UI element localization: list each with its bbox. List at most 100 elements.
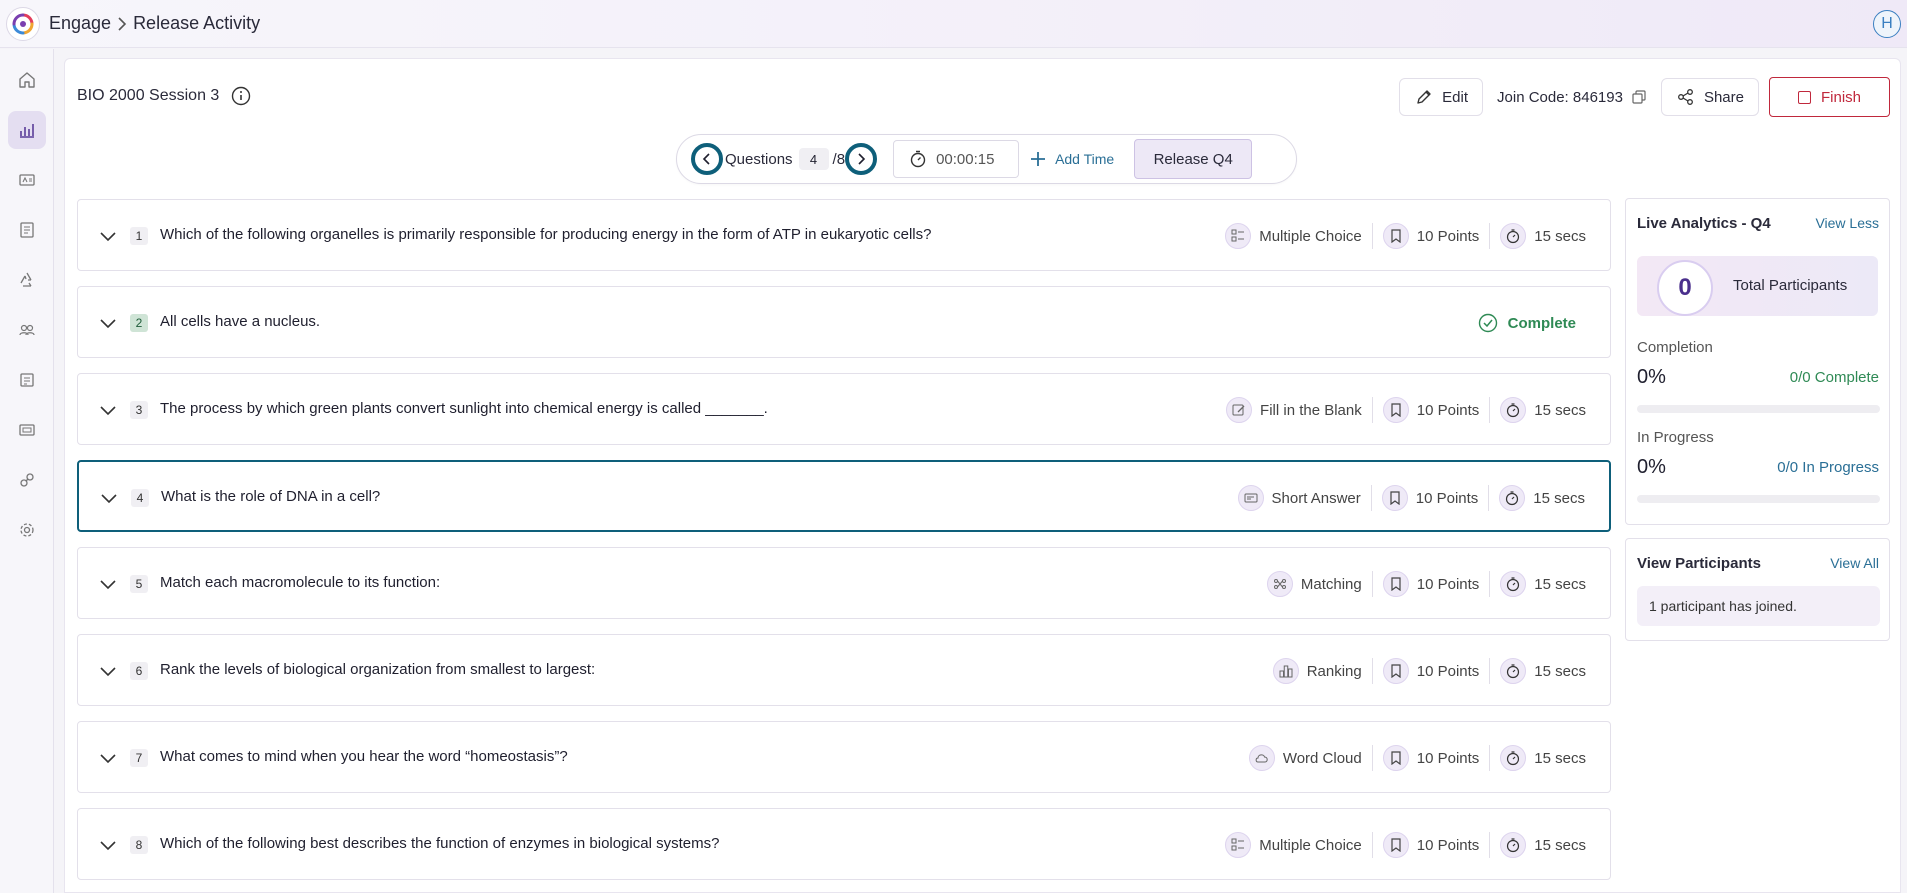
bookmark-icon	[1382, 745, 1409, 771]
sidebar-item-integrations[interactable]	[8, 461, 46, 499]
stopwatch-icon	[1500, 658, 1527, 684]
sidebar-item-gallery[interactable]	[8, 411, 46, 449]
question-time: 15 secs	[1490, 832, 1596, 858]
question-meta: Word Cloud 10 Points 15 secs	[1239, 722, 1596, 794]
sidebar-item-analytics[interactable]	[8, 111, 46, 149]
points-label: 10 Points	[1415, 489, 1479, 507]
chevron-down-icon[interactable]	[96, 746, 120, 770]
copy-icon[interactable]	[1631, 89, 1647, 105]
question-text: What comes to mind when you hear the wor…	[160, 748, 568, 765]
document-icon	[20, 222, 34, 238]
question-text: The process by which green plants conver…	[160, 400, 768, 417]
total-participants-label: Total Participants	[1733, 277, 1848, 294]
matching-icon	[1266, 571, 1293, 597]
bookmark-icon	[1382, 571, 1409, 597]
question-row-6[interactable]: 6 Rank the levels of biological organiza…	[77, 634, 1611, 706]
sidebar-item-home[interactable]	[8, 61, 46, 99]
sidebar-item-documents[interactable]	[8, 211, 46, 249]
question-number: 8	[130, 836, 148, 854]
completion-progress-bar	[1637, 405, 1880, 413]
breadcrumb-release-activity: Release Activity	[133, 13, 261, 33]
current-question-number[interactable]: 4	[798, 148, 829, 170]
participants-joined-message: 1 participant has joined.	[1637, 586, 1880, 626]
question-number: 7	[130, 749, 148, 767]
question-time: 15 secs	[1490, 658, 1596, 684]
question-meta: Ranking 10 Points 15 secs	[1263, 635, 1596, 707]
question-points: 10 Points	[1373, 571, 1490, 597]
chevron-down-icon[interactable]	[96, 224, 120, 248]
engage-logo[interactable]	[6, 7, 40, 41]
list-icon	[20, 373, 34, 387]
release-question-button[interactable]: Release Q4	[1134, 139, 1253, 179]
question-type-label: Multiple Choice	[1259, 836, 1362, 854]
question-row-8[interactable]: 8 Which of the following best describes …	[77, 808, 1611, 880]
edit-label: Edit	[1442, 88, 1469, 106]
bookmark-icon	[1382, 397, 1409, 423]
stopwatch-icon	[1500, 571, 1527, 597]
question-time: 15 secs	[1490, 745, 1596, 771]
sidebar-item-recycle[interactable]	[8, 261, 46, 299]
info-icon[interactable]	[231, 86, 251, 106]
stopwatch-icon	[910, 150, 926, 168]
id-card-icon	[19, 174, 35, 186]
chevron-down-icon[interactable]	[96, 311, 120, 335]
chevron-left-icon	[702, 153, 710, 165]
analytics-icon	[20, 124, 34, 138]
time-label: 15 secs	[1534, 836, 1586, 854]
chevron-down-icon[interactable]	[96, 659, 120, 683]
question-row-4[interactable]: 4 What is the role of DNA in a cell? Sho…	[77, 460, 1611, 532]
stopwatch-icon	[1500, 223, 1527, 249]
edit-button[interactable]: Edit	[1399, 78, 1484, 116]
question-number: 6	[130, 662, 148, 680]
previous-question-button[interactable]	[691, 143, 723, 175]
breadcrumb: Engage Release Activity	[49, 13, 260, 34]
view-participants-panel: View Participants View All 1 participant…	[1625, 538, 1890, 641]
user-avatar[interactable]: H	[1873, 10, 1901, 38]
pencil-icon	[1417, 90, 1431, 104]
time-label: 15 secs	[1534, 662, 1586, 680]
question-meta: Multiple Choice 10 Points 15 secs	[1215, 200, 1596, 272]
finish-button[interactable]: Finish	[1768, 77, 1890, 117]
sidebar-item-settings[interactable]	[8, 511, 46, 549]
question-row-5[interactable]: 5 Match each macromolecule to its functi…	[77, 547, 1611, 619]
view-less-link[interactable]: View Less	[1815, 215, 1879, 231]
question-text: All cells have a nucleus.	[160, 313, 321, 330]
question-type-label: Ranking	[1306, 662, 1362, 680]
question-number: 1	[130, 227, 148, 245]
question-points: 10 Points	[1373, 397, 1490, 423]
session-name: BIO 2000 Session 3	[77, 87, 220, 104]
question-navigator: Questions 4 /8 00:00:15 Add Time Release…	[676, 134, 1297, 184]
question-row-3[interactable]: 3 The process by which green plants conv…	[77, 373, 1611, 445]
sidebar-item-people[interactable]	[8, 311, 46, 349]
question-number: 4	[131, 489, 149, 507]
question-type: Word Cloud	[1239, 745, 1372, 771]
chevron-down-icon[interactable]	[96, 833, 120, 857]
sidebar-item-list[interactable]	[8, 361, 46, 399]
question-meta: Multiple Choice 10 Points 15 secs	[1215, 809, 1596, 881]
question-type: Short Answer	[1228, 485, 1371, 511]
stopwatch-icon	[1500, 745, 1527, 771]
sidebar-item-id-card[interactable]	[8, 161, 46, 199]
question-row-7[interactable]: 7 What comes to mind when you hear the w…	[77, 721, 1611, 793]
question-points: 10 Points	[1373, 658, 1490, 684]
view-all-link[interactable]: View All	[1830, 555, 1879, 571]
chevron-down-icon[interactable]	[96, 398, 120, 422]
question-time: 15 secs	[1490, 571, 1596, 597]
breadcrumb-engage[interactable]: Engage	[49, 13, 111, 34]
question-points: 10 Points	[1372, 485, 1489, 511]
people-icon	[19, 324, 35, 336]
chevron-down-icon[interactable]	[96, 572, 120, 596]
question-meta: Matching 10 Points 15 secs	[1257, 548, 1596, 620]
question-row-2[interactable]: 2 All cells have a nucleus. Complete	[77, 286, 1611, 358]
gear-icon	[20, 523, 34, 537]
total-participants-card: 0 Total Participants	[1637, 256, 1878, 316]
multiple-choice-icon	[1225, 832, 1252, 858]
question-row-1[interactable]: 1 Which of the following organelles is p…	[77, 199, 1611, 271]
completion-stat: 0/0 Complete	[1789, 369, 1879, 386]
add-time-button[interactable]: Add Time	[1029, 150, 1114, 168]
chevron-down-icon[interactable]	[97, 486, 121, 510]
points-label: 10 Points	[1416, 227, 1480, 245]
share-button[interactable]: Share	[1660, 78, 1759, 116]
question-meta: Fill in the Blank 10 Points 15 secs	[1216, 374, 1596, 446]
next-question-button[interactable]	[845, 143, 878, 175]
